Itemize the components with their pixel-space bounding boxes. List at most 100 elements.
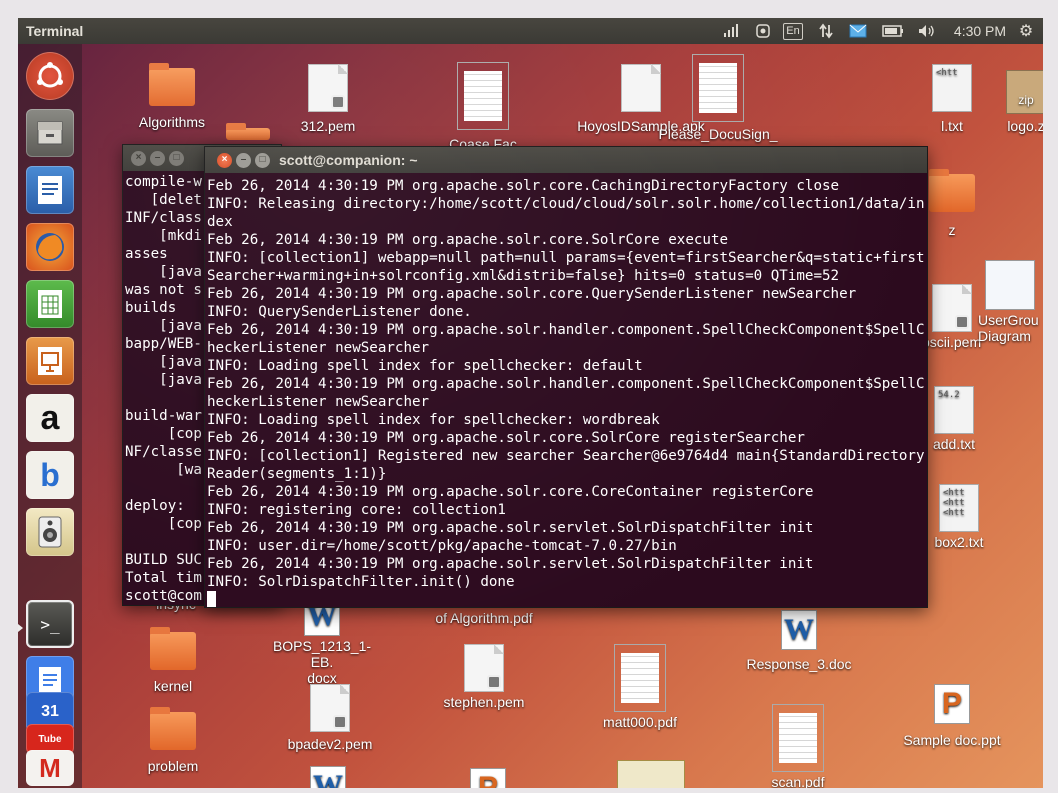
zip-archive-icon: zip <box>1006 70 1043 114</box>
desktop-file-stephen-pem[interactable]: stephen.pem <box>436 644 532 710</box>
speaker-icon[interactable] <box>26 508 74 556</box>
back-terminal-line: bapp/WEB- <box>125 336 202 352</box>
word-document-icon: W <box>310 766 346 788</box>
folder-icon <box>149 63 195 106</box>
back-terminal-line <box>125 533 207 551</box>
lock-icon <box>331 95 345 109</box>
gear-icon[interactable]: ⚙ <box>1016 21 1036 41</box>
bluetooth-icon[interactable]: b <box>26 451 74 499</box>
desktop-folder-z[interactable]: z <box>926 169 978 238</box>
close-button[interactable]: × <box>217 153 232 168</box>
front-terminal-titlebar[interactable]: × – □ scott@companion: ~ <box>205 147 927 173</box>
front-terminal-output[interactable]: Feb 26, 2014 4:30:19 PM org.apache.solr.… <box>207 177 929 609</box>
maximize-button[interactable]: □ <box>255 153 270 168</box>
front-terminal-line: INFO: Loading spell index for spellcheck… <box>207 412 660 428</box>
active-app-title: Terminal <box>26 23 84 39</box>
certificate-file-icon <box>310 684 350 732</box>
minimize-button[interactable]: – <box>150 151 165 166</box>
window-title: scott@companion: ~ <box>279 152 418 168</box>
powerpoint-document-icon: P <box>470 768 506 788</box>
writer-icon[interactable] <box>26 166 74 214</box>
terminal-icon[interactable]: >_ <box>26 600 74 648</box>
desktop-file-matt-pdf[interactable]: matt000.pdf <box>592 644 688 730</box>
dash-home-icon[interactable] <box>26 52 74 100</box>
back-terminal-line: BUILD SUC <box>125 552 202 568</box>
keyboard-layout-indicator[interactable]: En <box>782 21 804 41</box>
folder-icon <box>226 123 270 140</box>
apk-file-icon <box>621 64 661 112</box>
folder-icon <box>150 707 196 750</box>
desktop-file-response-doc[interactable]: W Response_3.doc <box>734 610 864 672</box>
back-terminal-line: [java <box>125 264 202 280</box>
front-terminal-line: INFO: registering core: collection1 <box>207 502 506 518</box>
desktop-file-coase[interactable]: Coase Fac <box>448 62 518 152</box>
front-terminal-line: Feb 26, 2014 4:30:19 PM org.apache.solr.… <box>207 286 857 302</box>
impress-icon[interactable] <box>26 337 74 385</box>
front-terminal-line: Feb 26, 2014 4:30:19 PM org.apache.solr.… <box>207 556 814 572</box>
desktop-file-word-partial[interactable]: W <box>308 766 348 788</box>
front-terminal-line: INFO: Loading spell index for spellcheck… <box>207 358 643 374</box>
accessibility-icon[interactable] <box>752 21 774 41</box>
back-terminal-line: deploy: <box>125 498 185 514</box>
mail-icon[interactable] <box>847 21 869 41</box>
certificate-file-icon <box>464 644 504 692</box>
back-terminal-line <box>125 479 207 497</box>
front-terminal-window[interactable]: × – □ scott@companion: ~ Feb 26, 2014 4:… <box>204 146 928 608</box>
desktop-folder-kernel[interactable]: kernel <box>138 627 208 694</box>
pdf-thumbnail-icon <box>692 54 744 122</box>
front-terminal-line: Feb 26, 2014 4:30:19 PM org.apache.solr.… <box>207 430 805 446</box>
back-terminal-line: builds <box>125 300 177 316</box>
certificate-file-icon <box>932 284 972 332</box>
text-file-icon: <htt <box>932 64 972 112</box>
desktop-file-logo-zip[interactable]: zip logo.z <box>996 70 1043 134</box>
desktop-file-box2-txt[interactable]: <htt <htt <htt box2.txt <box>924 484 994 550</box>
desktop-file-l-txt[interactable]: <htt l.txt <box>924 64 980 134</box>
lock-icon <box>955 315 969 329</box>
front-terminal-line: Feb 26, 2014 4:30:19 PM org.apache.solr.… <box>207 484 814 500</box>
powerpoint-document-icon: P <box>934 684 970 724</box>
terminal-cursor-line[interactable] <box>207 591 929 609</box>
desktop-file-certificate-partial[interactable] <box>606 760 696 788</box>
diagram-thumbnail-icon <box>985 260 1035 310</box>
firefox-icon[interactable] <box>26 223 74 271</box>
desktop-file-docusign[interactable]: Please_DocuSign_ <box>658 54 778 142</box>
desktop-file-algorithm-pdf[interactable]: of Algorithm.pdf <box>414 610 554 626</box>
amazon-icon[interactable]: a <box>26 394 74 442</box>
clock[interactable]: 4:30 PM <box>950 21 1010 41</box>
desktop-file-312-pem[interactable]: 312.pem <box>288 64 368 134</box>
lock-icon <box>333 715 347 729</box>
desktop-file-usergroup-diagram[interactable]: UserGrou Diagram <box>978 260 1042 344</box>
desktop-folder-algorithms[interactable]: Algorithms <box>122 63 222 130</box>
gmail-icon[interactable]: M <box>26 750 74 786</box>
desktop-file-bpadev2-pem[interactable]: bpadev2.pem <box>276 684 384 752</box>
back-terminal-output[interactable]: compile-w [delet INF/class [mkdi asses [ja… <box>125 173 207 605</box>
desktop-file-ppt-partial[interactable]: P <box>468 768 508 788</box>
desktop-file-add-txt[interactable]: 54.2 add.txt <box>924 386 984 452</box>
close-button[interactable]: × <box>131 151 146 166</box>
front-terminal-line: Feb 26, 2014 4:30:19 PM org.apache.solr.… <box>207 232 729 248</box>
minimize-button[interactable]: – <box>236 153 251 168</box>
battery-icon[interactable] <box>880 21 906 41</box>
network-transfer-icon[interactable] <box>815 21 837 41</box>
running-indicator <box>18 624 23 632</box>
back-terminal-line: INF/class <box>125 210 202 226</box>
desktop-file-sample-ppt[interactable]: P Sample doc.ppt <box>892 684 1012 748</box>
back-terminal-line: [cop <box>125 516 202 532</box>
back-terminal-line: [wa <box>125 462 202 478</box>
network-signal-icon[interactable] <box>720 21 742 41</box>
word-document-icon: W <box>781 610 817 650</box>
volume-icon[interactable] <box>914 21 940 41</box>
text-file-icon: <htt <htt <htt <box>939 484 979 532</box>
desktop-file-bops-docx[interactable]: W BOPS_1213_1-EB. docx <box>264 596 380 686</box>
back-terminal-line: [mkdi <box>125 228 202 244</box>
maximize-button[interactable]: □ <box>169 151 184 166</box>
desktop-file-scan-pdf[interactable]: scan.pdf <box>758 704 838 788</box>
files-icon[interactable] <box>26 109 74 157</box>
calc-icon[interactable] <box>26 280 74 328</box>
back-terminal-line: [java <box>125 354 202 370</box>
front-terminal-line: INFO: QuerySenderListener done. <box>207 304 472 320</box>
front-terminal-line: Feb 26, 2014 4:30:19 PM org.apache.solr.… <box>207 178 840 194</box>
front-terminal-line: INFO: [collection1] Registered new searc… <box>207 448 925 482</box>
desktop-folder-partial[interactable] <box>218 123 278 140</box>
desktop-folder-problem[interactable]: problem <box>138 707 208 774</box>
